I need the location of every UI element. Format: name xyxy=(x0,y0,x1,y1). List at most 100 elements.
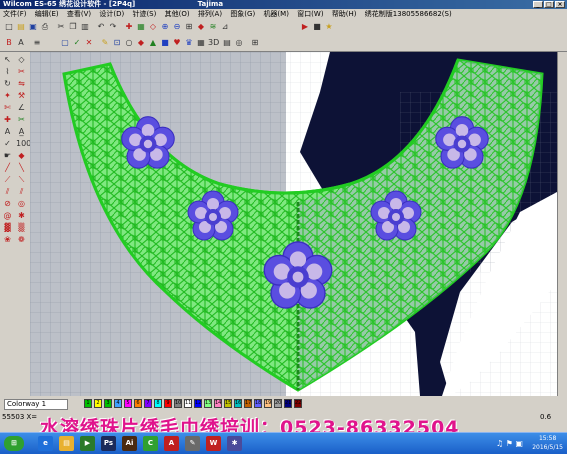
trim-icon[interactable]: ✂ xyxy=(16,115,27,125)
maximize-button[interactable]: □ xyxy=(544,1,554,8)
grid-icon[interactable]: ⊞ xyxy=(184,22,194,32)
hoop-icon[interactable]: ◎ xyxy=(234,38,244,48)
color-swatch[interactable]: 14 xyxy=(214,399,222,408)
number-icon[interactable]: 1000 xyxy=(16,139,36,149)
color-swatch[interactable]: 21 xyxy=(284,399,292,408)
font-icon[interactable]: A xyxy=(2,127,13,137)
menu-other[interactable]: 其他(O) xyxy=(162,9,193,20)
triple-icon[interactable]: ⫽ xyxy=(2,187,13,197)
cut-icon[interactable]: ✂ xyxy=(56,22,66,32)
run-line-icon[interactable]: ⟋ xyxy=(2,175,13,185)
design-canvas[interactable] xyxy=(30,52,557,396)
illustrator-icon[interactable]: Ai xyxy=(122,436,137,451)
color-swatch[interactable]: 5 xyxy=(124,399,132,408)
color-swatch[interactable]: 20 xyxy=(274,399,282,408)
ring-icon[interactable]: ◎ xyxy=(16,199,27,209)
close-button[interactable]: × xyxy=(555,1,565,8)
menu-window[interactable]: 窗口(W) xyxy=(294,9,326,20)
bold-icon[interactable]: B xyxy=(4,38,14,48)
complex-fill-icon[interactable]: ▒ xyxy=(16,223,27,233)
reshape-icon[interactable]: ◇ xyxy=(16,55,27,65)
tie-icon[interactable]: ✚ xyxy=(2,115,13,125)
zoom-out-icon[interactable]: ⊖ xyxy=(172,22,182,32)
spiral-icon[interactable]: @ xyxy=(2,211,13,221)
bean-icon[interactable]: ⟍ xyxy=(16,175,27,185)
save-icon[interactable]: ▣ xyxy=(28,22,38,32)
color-swatch[interactable]: 15 xyxy=(224,399,232,408)
color-swatch[interactable]: 13 xyxy=(204,399,212,408)
color-swatch[interactable]: 22 xyxy=(294,399,302,408)
menu-view[interactable]: 查看(V) xyxy=(64,9,94,20)
check-icon[interactable]: ✓ xyxy=(72,38,82,48)
color-swatch[interactable]: 4 xyxy=(114,399,122,408)
color-swatch[interactable]: 11 xyxy=(184,399,192,408)
motif-icon[interactable]: ❀ xyxy=(2,235,13,245)
color-icon[interactable]: ◆ xyxy=(196,22,206,32)
minimize-button[interactable]: _ xyxy=(533,1,543,8)
star-icon[interactable]: ★ xyxy=(324,22,334,32)
menu-image[interactable]: 图象(G) xyxy=(227,9,258,20)
select-icon[interactable]: ▢ xyxy=(60,38,70,48)
angle-icon[interactable]: ∠ xyxy=(16,103,27,113)
folder-icon[interactable]: ▤ xyxy=(59,436,74,451)
3d-icon[interactable]: 3D xyxy=(208,38,219,48)
line-icon[interactable]: ╱ xyxy=(2,163,13,173)
stop-icon[interactable]: ■ xyxy=(312,22,322,32)
check-tool-icon[interactable]: ✓ xyxy=(2,139,13,149)
measure-icon[interactable]: ⊿ xyxy=(220,22,230,32)
color-swatch[interactable]: 18 xyxy=(254,399,262,408)
star-tool-icon[interactable]: ✱ xyxy=(16,211,27,221)
ruler-icon[interactable]: ⊡ xyxy=(112,38,122,48)
satin-line-icon[interactable]: ⫽ xyxy=(16,187,27,197)
vertical-scrollbar[interactable] xyxy=(557,52,567,396)
wilcom-icon[interactable]: W xyxy=(206,436,221,451)
scissor-icon[interactable]: ✄ xyxy=(2,103,13,113)
paste-icon[interactable]: ▥ xyxy=(80,22,90,32)
heart-icon[interactable]: ♥ xyxy=(172,38,182,48)
sketch-icon[interactable]: ✱ xyxy=(227,436,242,451)
color-swatch[interactable]: 7 xyxy=(144,399,152,408)
color-swatch[interactable]: 17 xyxy=(244,399,252,408)
pattern-icon[interactable]: ❁ xyxy=(16,235,27,245)
color-swatch[interactable]: 6 xyxy=(134,399,142,408)
layers-icon[interactable]: ▤ xyxy=(222,38,232,48)
column-icon[interactable]: ⊘ xyxy=(2,199,13,209)
color-swatch[interactable]: 12 xyxy=(194,399,202,408)
menu-help[interactable]: 帮助(H) xyxy=(329,9,360,20)
text-icon[interactable]: A xyxy=(16,38,26,48)
point-icon[interactable]: ✦ xyxy=(2,91,13,101)
stitch-edit-icon[interactable]: ⚒ xyxy=(16,91,27,101)
color-swatch[interactable]: 9 xyxy=(164,399,172,408)
knife-icon[interactable]: ✂ xyxy=(16,67,27,77)
fill-icon[interactable]: ▦ xyxy=(136,22,146,32)
diamond-icon[interactable]: ◆ xyxy=(136,38,146,48)
triangle-icon[interactable]: ▲ xyxy=(148,38,158,48)
photoshop-icon[interactable]: Ps xyxy=(101,436,116,451)
pencil-icon[interactable]: ✎ xyxy=(100,38,110,48)
curve-icon[interactable]: ╲ xyxy=(16,163,27,173)
cross-icon[interactable]: ✕ xyxy=(84,38,94,48)
color-swatch[interactable]: 1 xyxy=(84,399,92,408)
color-swatch[interactable]: 2 xyxy=(94,399,102,408)
redo-icon[interactable]: ↷ xyxy=(108,22,118,32)
mirror-icon[interactable]: ⇋ xyxy=(16,79,27,89)
lasso-icon[interactable]: ⌇ xyxy=(2,67,13,77)
monogram-icon[interactable]: A̲ xyxy=(16,127,27,137)
copy-icon[interactable]: ❐ xyxy=(68,22,78,32)
square-icon[interactable]: ■ xyxy=(160,38,170,48)
fill-tool-icon[interactable]: ▓ xyxy=(2,223,13,233)
menu-file[interactable]: 文件(F) xyxy=(0,9,30,20)
color-swatch[interactable]: 8 xyxy=(154,399,162,408)
color-swatch[interactable]: 19 xyxy=(264,399,272,408)
grid-view-icon[interactable]: ▦ xyxy=(196,38,206,48)
media-icon[interactable]: ▶ xyxy=(80,436,95,451)
undo-icon[interactable]: ↶ xyxy=(96,22,106,32)
zoom-in-icon[interactable]: ⊕ xyxy=(160,22,170,32)
table-icon[interactable]: ⊞ xyxy=(250,38,260,48)
acrobat-icon[interactable]: A xyxy=(164,436,179,451)
run-icon[interactable]: ▶ xyxy=(300,22,310,32)
color-swatch[interactable]: 10 xyxy=(174,399,182,408)
crown-icon[interactable]: ♛ xyxy=(184,38,194,48)
rotate-icon[interactable]: ↻ xyxy=(2,79,13,89)
stitch-icon[interactable]: ✚ xyxy=(124,22,134,32)
